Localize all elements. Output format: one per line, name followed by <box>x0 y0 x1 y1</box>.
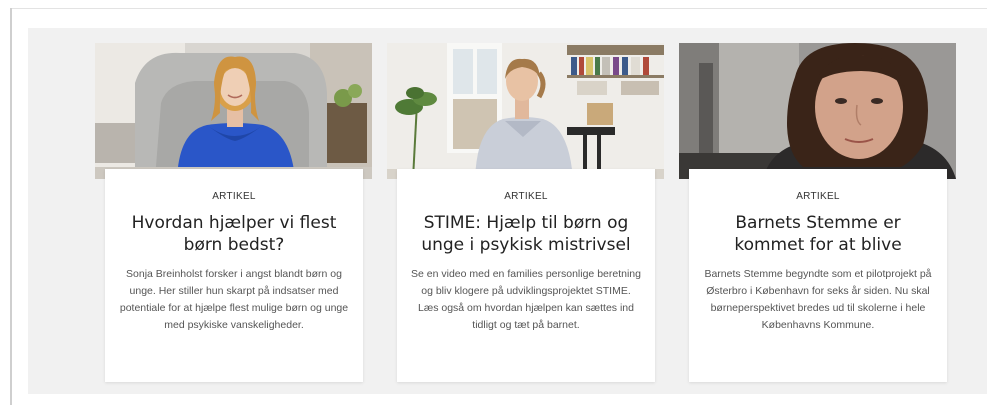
article-image[interactable] <box>387 43 664 179</box>
article-title[interactable]: Hvordan hjælper vi flest børn bedst? <box>119 212 349 256</box>
article-description: Barnets Stemme begyndte som et pilotproj… <box>704 268 932 331</box>
article-description: Sonja Breinholst forsker i angst blandt … <box>119 268 349 331</box>
photo-woman-living-room <box>387 43 664 179</box>
article-card[interactable]: ARTIKEL Hvordan hjælper vi flest børn be… <box>95 43 372 382</box>
left-divider <box>10 8 12 405</box>
article-card[interactable]: ARTIKEL STIME: Hjælp til børn og unge i … <box>387 43 664 382</box>
article-card-body: ARTIKEL STIME: Hjælp til børn og unge i … <box>397 169 655 382</box>
article-card-body: ARTIKEL Hvordan hjælper vi flest børn be… <box>105 169 363 382</box>
article-description: Se en video med en families personlige b… <box>411 268 641 331</box>
article-card[interactable]: ARTIKEL Barnets Stemme er kommet for at … <box>679 43 956 382</box>
top-divider <box>10 8 987 9</box>
article-tag: ARTIKEL <box>504 191 548 202</box>
article-image[interactable] <box>95 43 372 179</box>
article-image[interactable] <box>679 43 956 179</box>
article-tag: ARTIKEL <box>796 191 840 202</box>
article-title[interactable]: Barnets Stemme er kommet for at blive <box>703 212 933 256</box>
page: ARTIKEL Hvordan hjælper vi flest børn be… <box>0 0 987 405</box>
photo-woman-blue-sweater <box>95 43 372 179</box>
article-card-body: ARTIKEL Barnets Stemme er kommet for at … <box>689 169 947 382</box>
article-title[interactable]: STIME: Hjælp til børn og unge i psykisk … <box>411 212 641 256</box>
photo-woman-portrait <box>679 43 956 179</box>
article-tag: ARTIKEL <box>212 191 256 202</box>
